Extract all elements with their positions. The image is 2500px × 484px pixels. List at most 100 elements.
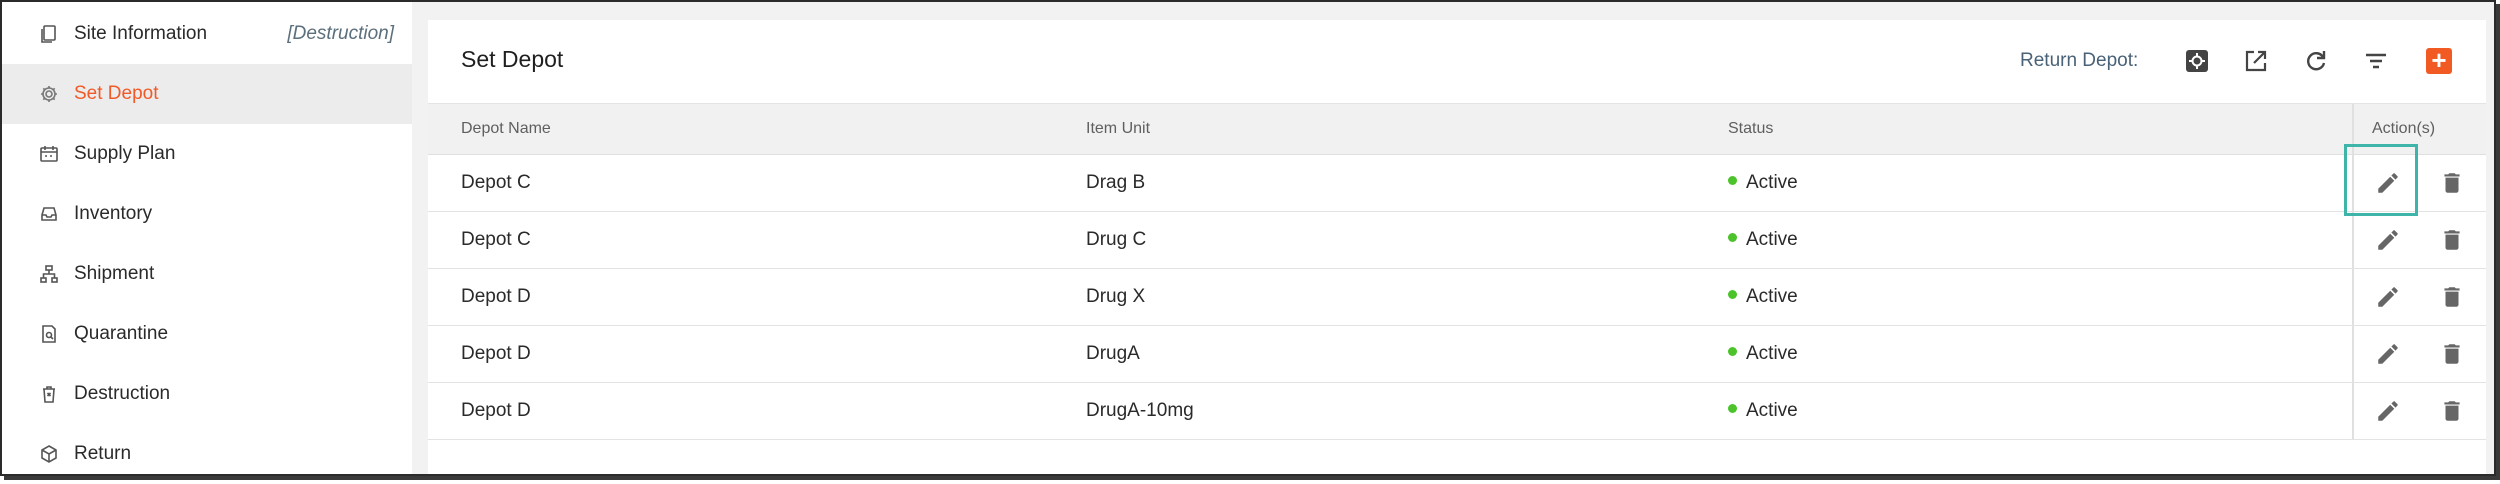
edit-button[interactable] [2374, 340, 2402, 368]
sidebar-item-site-information[interactable]: Site Information [Destruction] [2, 4, 412, 64]
calendar-icon [38, 143, 60, 165]
status-text: Active [1746, 400, 1798, 421]
depot-name-cell: Depot C [461, 172, 531, 193]
depot-name-cell: Depot C [461, 229, 531, 250]
trash-icon [2444, 344, 2460, 364]
depot-name-cell: Depot D [461, 286, 531, 307]
sidebar-item-destruction[interactable]: Destruction [2, 364, 412, 424]
active-status-dot [1728, 404, 1737, 414]
table-row: Depot D DrugA-10mg Active [428, 383, 2486, 440]
item-unit-cell: DrugA [1086, 343, 1140, 364]
settings-icon [2186, 50, 2208, 72]
depot-table: Depot Name Item Unit Status Action(s) De… [428, 103, 2486, 440]
trash-icon [2444, 401, 2460, 421]
actions-cell [2352, 326, 2486, 382]
status-cell: Active [1728, 343, 1798, 365]
sidebar-item-label: Site Information [74, 23, 208, 44]
status-text: Active [1746, 343, 1798, 364]
return-depot-label: Return Depot: [2020, 50, 2139, 71]
actions-cell [2352, 269, 2486, 325]
item-unit-cell: Drug X [1086, 286, 1146, 307]
table-row: Depot C Drag B Active [428, 155, 2486, 212]
trash-icon [2444, 230, 2460, 250]
depot-name-cell: Depot D [461, 400, 531, 421]
settings-button[interactable] [2180, 44, 2214, 78]
delete-button[interactable] [2438, 169, 2466, 197]
table-row: Depot D Drug X Active [428, 269, 2486, 326]
delete-button[interactable] [2438, 283, 2466, 311]
table-row: Depot D DrugA Active [428, 326, 2486, 383]
depot-name-cell: Depot D [461, 343, 531, 364]
sidebar-item-label: Supply Plan [74, 143, 176, 164]
depot-panel: Set Depot Return Depot: + Depot Name Ite… [428, 20, 2486, 474]
actions-cell [2352, 212, 2486, 268]
filter-icon [2366, 53, 2386, 69]
status-text: Active [1746, 286, 1798, 307]
refresh-button[interactable] [2299, 44, 2333, 78]
status-cell: Active [1728, 286, 1798, 308]
inbox-icon [38, 203, 60, 225]
pencil-icon [2378, 344, 2398, 364]
sidebar-item-inventory[interactable]: Inventory [2, 184, 412, 244]
gear-icon [38, 83, 60, 105]
document-icon [38, 23, 60, 45]
open-external-button[interactable] [2239, 44, 2273, 78]
actions-cell [2352, 383, 2486, 439]
item-unit-cell: Drag B [1086, 172, 1146, 193]
table-row: Depot C Drug C Active [428, 212, 2486, 269]
sidebar-item-quarantine[interactable]: Quarantine [2, 304, 412, 364]
sidebar-item-set-depot[interactable]: Set Depot [2, 64, 412, 124]
sidebar-item-label: Inventory [74, 203, 153, 224]
hierarchy-icon [38, 263, 60, 285]
panel-header: Set Depot Return Depot: + [428, 20, 2486, 102]
sidebar-item-supply-plan[interactable]: Supply Plan [2, 124, 412, 184]
item-unit-cell: Drug C [1086, 229, 1147, 250]
filter-button[interactable] [2359, 44, 2393, 78]
column-header-status[interactable]: Status [1728, 120, 1773, 138]
open-external-icon [2245, 50, 2267, 72]
sidebar-item-label: Destruction [74, 383, 171, 404]
delete-button[interactable] [2438, 340, 2466, 368]
edit-button-highlight [2344, 144, 2418, 216]
site-info-context-label: [Destruction] [287, 23, 394, 44]
trash-icon [2444, 287, 2460, 307]
column-header-depot-name[interactable]: Depot Name [461, 120, 551, 138]
column-header-item-unit[interactable]: Item Unit [1086, 120, 1150, 138]
delete-button[interactable] [2438, 226, 2466, 254]
sidebar-item-return[interactable]: Return [2, 424, 412, 484]
active-status-dot [1728, 347, 1737, 357]
status-cell: Active [1728, 172, 1798, 194]
sidebar-item-label: Shipment [74, 263, 155, 284]
refresh-icon [2307, 51, 2326, 71]
add-button[interactable]: + [2426, 45, 2452, 75]
active-status-dot [1728, 290, 1737, 300]
edit-button[interactable] [2374, 397, 2402, 425]
sidebar: Site Information [Destruction] Set Depot… [2, 2, 412, 474]
pencil-icon [2378, 287, 2398, 307]
pencil-icon [2378, 401, 2398, 421]
sidebar-item-shipment[interactable]: Shipment [2, 244, 412, 304]
status-text: Active [1746, 172, 1798, 193]
pencil-icon [2378, 230, 2398, 250]
trash-icon [38, 383, 60, 405]
app-frame: Site Information [Destruction] Set Depot… [0, 0, 2496, 476]
sidebar-item-label: Return [74, 443, 132, 464]
table-header: Depot Name Item Unit Status Action(s) [428, 103, 2486, 155]
box-icon [38, 443, 60, 465]
edit-button[interactable] [2374, 283, 2402, 311]
sidebar-item-label: Quarantine [74, 323, 169, 344]
column-header-actions: Action(s) [2372, 120, 2436, 137]
document-search-icon [38, 323, 60, 345]
sidebar-item-label: Set Depot [74, 83, 159, 104]
active-status-dot [1728, 233, 1737, 243]
status-text: Active [1746, 229, 1798, 250]
status-cell: Active [1728, 229, 1798, 251]
active-status-dot [1728, 176, 1737, 186]
edit-button[interactable] [2374, 226, 2402, 254]
status-cell: Active [1728, 400, 1798, 422]
delete-button[interactable] [2438, 397, 2466, 425]
page-title: Set Depot [461, 46, 564, 72]
trash-icon [2444, 173, 2460, 193]
item-unit-cell: DrugA-10mg [1086, 400, 1194, 421]
add-icon: + [2431, 45, 2447, 75]
